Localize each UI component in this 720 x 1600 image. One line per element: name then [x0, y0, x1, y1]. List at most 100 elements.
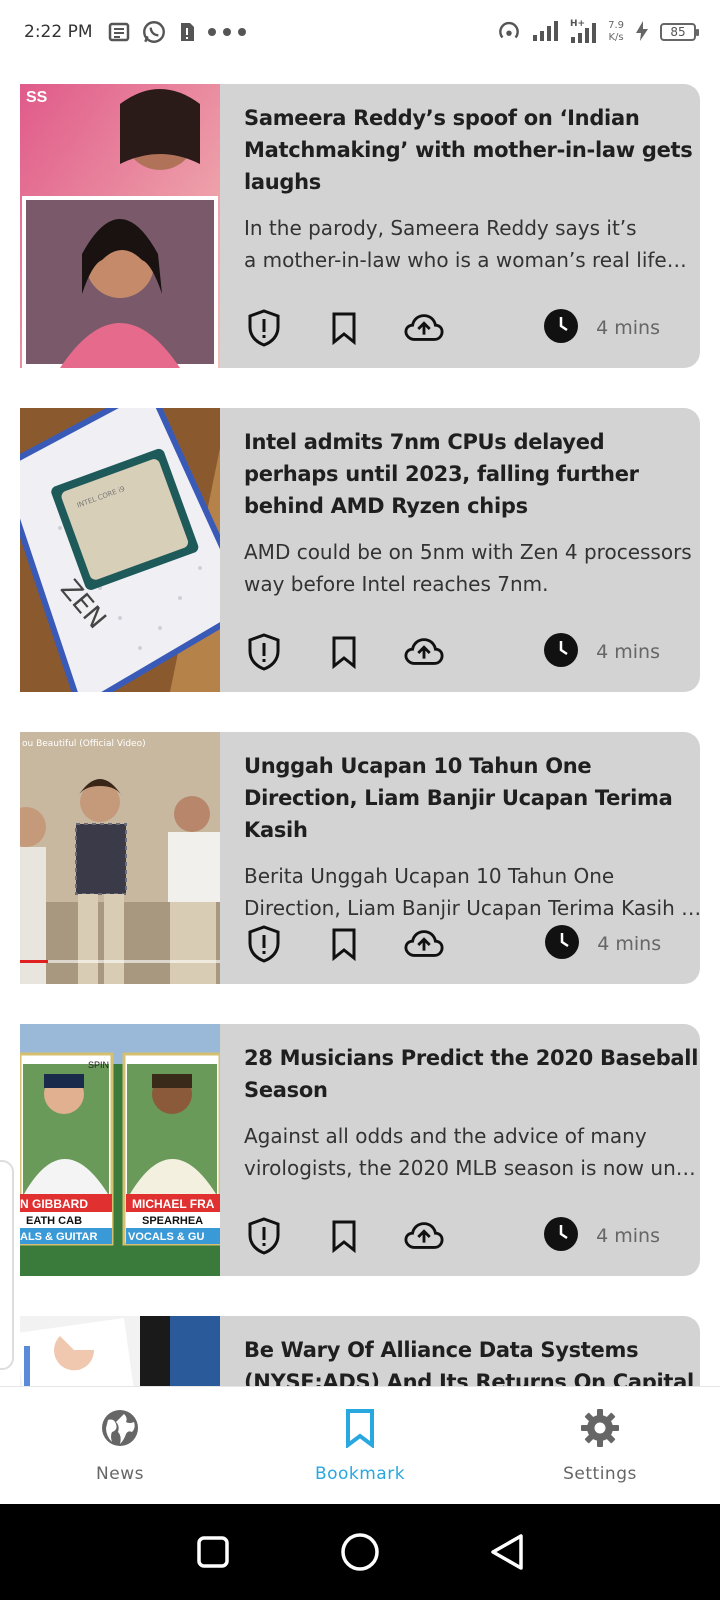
description-line-1: Berita Unggah Ucapan 10 Tahun One — [244, 864, 615, 888]
article-body: Be Wary Of Alliance Data Systems (NYSE:A… — [220, 1316, 700, 1386]
signal-h-plus-icon: H+ — [570, 18, 598, 47]
nav-bookmark-label: Bookmark — [314, 1463, 406, 1484]
hotspot-icon — [496, 18, 522, 47]
report-shield-icon[interactable] — [244, 632, 284, 672]
read-time-label: 4 mins — [596, 317, 660, 339]
article-title[interactable]: Unggah Ucapan 10 Tahun One Direction, Li… — [244, 750, 700, 846]
net-speed-value: 7.9 — [608, 20, 624, 31]
article-description: Against all odds and the advice of many … — [244, 1120, 700, 1184]
article-card[interactable]: N GIBBARD EATH CAB ALS & GUITAR MICHAEL … — [20, 1024, 700, 1276]
description-line-2: a mother-in-law who is a woman’s real li… — [244, 248, 687, 272]
clock-icon — [544, 633, 579, 671]
description-line-2: virologists, the 2020 MLB season is now … — [244, 1156, 696, 1180]
nav-settings-label: Settings — [563, 1463, 637, 1484]
read-time: 4 mins — [544, 309, 660, 347]
sim-alert-icon — [177, 20, 197, 44]
thumb-text: MICHAEL FRA — [132, 1197, 215, 1211]
whatsapp-icon — [141, 19, 167, 45]
read-time: 4 mins — [544, 1217, 660, 1255]
share-upload-icon[interactable] — [404, 1216, 444, 1256]
article-title[interactable]: Intel admits 7nm CPUs delayed perhaps un… — [244, 426, 700, 522]
bookmark-feed[interactable]: SS Sameera Reddy’s spoof on ‘Indian Matc… — [0, 64, 720, 1386]
article-thumbnail: INTEL CORE i9 ZEN — [20, 408, 220, 692]
net-speed-unit: K/s — [608, 32, 624, 43]
article-description: In the parody, Sameera Reddy says it’s a… — [244, 212, 700, 276]
article-thumbnail: SS — [20, 84, 220, 368]
clock-icon — [544, 309, 579, 347]
status-bar: 2:22 PM H+ 7.9 K/s 85 — [0, 0, 720, 64]
bookmark-icon[interactable] — [324, 924, 364, 964]
description-line-1: Against all odds and the advice of many — [244, 1124, 647, 1148]
read-time: 4 mins — [545, 925, 661, 963]
article-thumbnail — [20, 1316, 220, 1386]
thumb-video-caption: ou Beautiful (Official Video) — [22, 739, 146, 749]
article-card[interactable]: INTEL CORE i9 ZEN Intel admits 7nm CPUs … — [20, 408, 700, 692]
description-line-1: AMD could be on 5nm with Zen 4 processor… — [244, 540, 692, 564]
share-upload-icon[interactable] — [404, 308, 444, 348]
thumb-badge: SS — [26, 89, 48, 106]
globe-icon — [100, 1408, 140, 1452]
gear-icon — [580, 1408, 620, 1452]
read-time-label: 4 mins — [596, 1225, 660, 1247]
description-line-2: way before Intel reaches 7nm. — [244, 572, 549, 596]
recents-square-icon[interactable] — [191, 1530, 235, 1574]
signal-icon — [532, 20, 560, 45]
article-actions: 4 mins — [244, 308, 660, 348]
article-title[interactable]: Sameera Reddy’s spoof on ‘Indian Matchma… — [244, 102, 700, 198]
thumb-text: N GIBBARD — [20, 1197, 88, 1211]
battery-level: 85 — [670, 25, 686, 39]
description-line-1: In the parody, Sameera Reddy says it’s — [244, 216, 637, 240]
article-title[interactable]: 28 Musicians Predict the 2020 Baseball S… — [244, 1042, 700, 1106]
edge-panel-handle[interactable] — [0, 1160, 14, 1370]
article-thumbnail: N GIBBARD EATH CAB ALS & GUITAR MICHAEL … — [20, 1024, 220, 1276]
article-actions: 4 mins — [244, 1216, 660, 1256]
article-title[interactable]: Be Wary Of Alliance Data Systems (NYSE:A… — [244, 1334, 700, 1386]
battery-icon: 85 — [660, 23, 699, 41]
back-triangle-icon[interactable] — [485, 1530, 529, 1574]
bookmark-icon[interactable] — [324, 308, 364, 348]
nav-news-label: News — [96, 1463, 144, 1484]
notification-icons — [107, 19, 247, 45]
read-time-label: 4 mins — [597, 933, 662, 955]
article-card[interactable]: SS Sameera Reddy’s spoof on ‘Indian Matc… — [20, 84, 700, 368]
nav-bookmark[interactable]: Bookmark — [240, 1387, 480, 1504]
share-upload-icon[interactable] — [404, 632, 444, 672]
description-line-2: Direction, Liam Banjir Ucapan Terima Kas… — [244, 896, 700, 920]
report-shield-icon[interactable] — [244, 924, 284, 964]
clock-icon — [544, 1217, 579, 1255]
article-description: AMD could be on 5nm with Zen 4 processor… — [244, 536, 700, 600]
report-shield-icon[interactable] — [244, 308, 284, 348]
charging-icon — [634, 20, 650, 45]
nav-news[interactable]: News — [0, 1387, 240, 1504]
read-time: 4 mins — [544, 633, 660, 671]
article-card[interactable]: ou Beautiful (Official Video) Unggah Uca… — [20, 732, 700, 984]
article-card[interactable]: Be Wary Of Alliance Data Systems (NYSE:A… — [20, 1316, 700, 1386]
system-navigation-bar — [0, 1504, 720, 1600]
article-body: Unggah Ucapan 10 Tahun One Direction, Li… — [220, 732, 700, 984]
thumb-text: ALS & GUITAR — [20, 1231, 97, 1243]
report-shield-icon[interactable] — [244, 1216, 284, 1256]
article-thumbnail: ou Beautiful (Official Video) — [20, 732, 220, 984]
bookmark-icon[interactable] — [324, 632, 364, 672]
article-body: Sameera Reddy’s spoof on ‘Indian Matchma… — [220, 84, 700, 368]
article-actions: 4 mins — [244, 924, 661, 964]
thumb-text: SPIN — [88, 1060, 109, 1070]
share-upload-icon[interactable] — [404, 924, 444, 964]
article-actions: 4 mins — [244, 632, 660, 672]
thumb-text: SPEARHEA — [142, 1215, 203, 1227]
home-circle-icon[interactable] — [338, 1530, 382, 1574]
clock-icon — [545, 925, 580, 963]
news-app-icon — [107, 20, 131, 44]
article-body: 28 Musicians Predict the 2020 Baseball S… — [220, 1024, 700, 1276]
nav-settings[interactable]: Settings — [480, 1387, 720, 1504]
status-time: 2:22 PM — [24, 22, 93, 42]
status-right: H+ 7.9 K/s 85 — [496, 18, 699, 47]
bookmark-nav-icon — [343, 1408, 377, 1452]
bookmark-icon[interactable] — [324, 1216, 364, 1256]
thumb-text: EATH CAB — [26, 1215, 82, 1227]
article-body: Intel admits 7nm CPUs delayed perhaps un… — [220, 408, 700, 692]
net-speed: 7.9 K/s — [608, 20, 624, 44]
more-dots-icon — [207, 27, 247, 37]
svg-text:H+: H+ — [570, 19, 585, 29]
bottom-navigation: News Bookmark Settings — [0, 1386, 720, 1504]
